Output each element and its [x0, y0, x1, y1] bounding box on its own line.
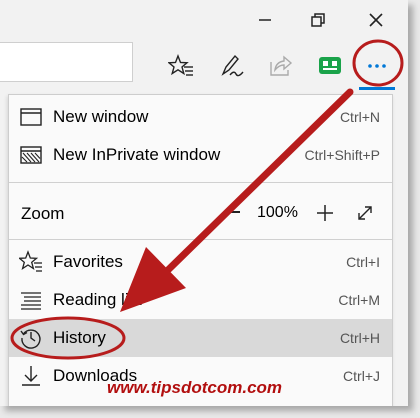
- menu-item-shortcut: Ctrl+N: [339, 109, 380, 125]
- zoom-row: Zoom 100%: [9, 192, 392, 234]
- menu-item-shortcut: Ctrl+H: [339, 330, 380, 346]
- menu-item-label: Favorites: [53, 252, 123, 271]
- menu-item-label: New InPrivate window: [53, 145, 221, 164]
- more-actions-active-indicator: [359, 87, 395, 90]
- menu-item-new-inprivate-window[interactable]: New InPrivate window Ctrl+Shift+P: [9, 136, 392, 174]
- inprivate-icon: [19, 143, 43, 167]
- favorites-icon: [19, 250, 43, 274]
- restore-icon[interactable]: [306, 8, 330, 32]
- zoom-label: Zoom: [21, 204, 65, 223]
- window-icon: [19, 105, 43, 129]
- menu-item-reading-list[interactable]: Reading list Ctrl+M: [9, 281, 392, 319]
- history-icon: [19, 326, 43, 350]
- extension-icon[interactable]: [317, 53, 343, 79]
- download-icon: [19, 364, 43, 388]
- address-bar[interactable]: [0, 42, 133, 82]
- menu-item-favorites[interactable]: Favorites Ctrl+I: [9, 243, 392, 281]
- zoom-level: 100%: [257, 204, 298, 221]
- share-icon[interactable]: [267, 53, 293, 79]
- menu-item-shortcut: Ctrl+Shift+P: [304, 147, 380, 163]
- web-note-pen-icon[interactable]: [218, 53, 244, 79]
- more-actions-icon[interactable]: [357, 45, 397, 85]
- menu-divider: [9, 182, 392, 183]
- browser-toolbar: [0, 40, 408, 92]
- menu-item-history[interactable]: History Ctrl+H: [9, 319, 392, 357]
- menu-item-label: Reading list: [53, 290, 142, 309]
- menu-item-new-window[interactable]: New window Ctrl+N: [9, 98, 392, 136]
- minimize-icon[interactable]: [253, 8, 277, 32]
- reading-list-icon: [19, 288, 43, 312]
- favorites-hub-icon[interactable]: [168, 53, 194, 79]
- browser-window: New window Ctrl+N New InPrivate window C…: [0, 0, 408, 406]
- close-icon[interactable]: [364, 8, 388, 32]
- zoom-in-icon[interactable]: [314, 202, 336, 224]
- title-bar: [0, 0, 408, 40]
- menu-item-label: History: [53, 328, 106, 347]
- menu-item-shortcut: Ctrl+J: [343, 368, 380, 384]
- menu-item-shortcut: Ctrl+M: [338, 292, 380, 308]
- watermark: www.tipsdotcom.com: [107, 378, 283, 397]
- menu-item-label: New window: [53, 107, 149, 126]
- fullscreen-icon[interactable]: [354, 202, 376, 224]
- more-actions-menu: New window Ctrl+N New InPrivate window C…: [8, 94, 393, 406]
- menu-item-shortcut: Ctrl+I: [346, 254, 380, 270]
- menu-divider: [9, 239, 392, 240]
- zoom-out-icon[interactable]: [227, 211, 240, 213]
